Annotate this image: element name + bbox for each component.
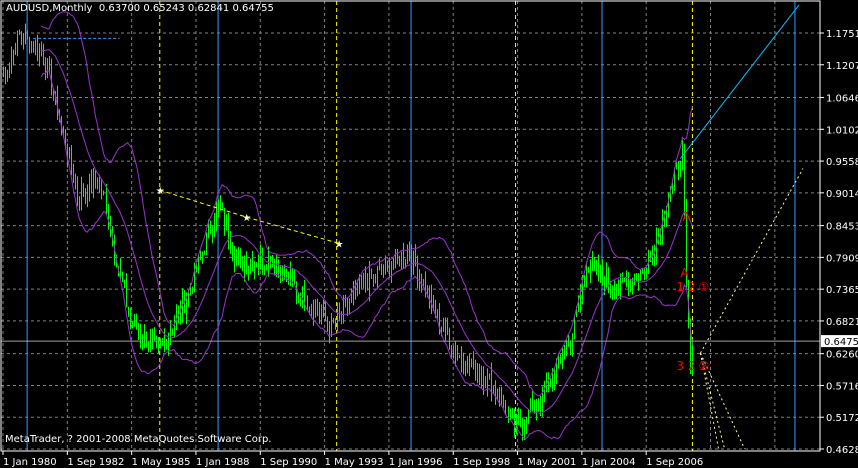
symbol-label: AUDUSD,Monthly: [6, 3, 93, 14]
x-tick-label: 1 Jan 2004: [582, 457, 636, 468]
y-tick-label: 1.01020: [826, 125, 858, 136]
chart-title: AUDUSD,Monthly 0.63700 0.65243 0.62841 0…: [6, 3, 274, 14]
cyan-trendline: [679, 4, 800, 159]
x-tick-label: 1 May 1985: [132, 457, 191, 468]
x-tick-label: 1 Sep 1998: [453, 457, 510, 468]
bollinger-lower-band: [40, 70, 693, 440]
price-chart[interactable]: 1.17510 1.12070 1.06460 1.01020 0.95580 0.901…: [0, 0, 858, 468]
y-tick-label: 0.79090: [826, 253, 858, 264]
y-tick-label: 1.17510: [826, 29, 858, 40]
y-tick-label: 1.06460: [826, 94, 858, 105]
ohlc-bars: [3, 23, 693, 441]
star-marker-icon: ★: [335, 239, 344, 250]
y-tick-label: 0.84530: [826, 222, 858, 233]
wave-annotation: A: [682, 210, 691, 225]
y-tick-label: 0.95580: [826, 157, 858, 168]
close-value: 0.64755: [232, 3, 274, 14]
bollinger-middle-band: [40, 49, 693, 414]
wave-annotation: ①: [698, 280, 710, 295]
open-value: 0.63700: [98, 3, 141, 14]
y-tick-label: 0.90140: [826, 189, 858, 200]
yellow-fan-line: [700, 168, 804, 354]
y-tick-label: 0.62600: [826, 350, 858, 361]
chart-window[interactable]: 1.17510 1.12070 1.06460 1.01020 0.95580 0.901…: [0, 0, 858, 468]
low-value: 0.62841: [187, 3, 230, 14]
y-tick-label: 0.51720: [826, 413, 858, 424]
wave-annotation: ②: [698, 358, 710, 373]
y-tick-label: 0.46280: [826, 445, 858, 456]
y-tick-label: 0.68210: [826, 317, 858, 328]
x-tick-label: 1 Jan 1980: [3, 457, 57, 468]
current-price-label: 0.64755: [824, 337, 858, 348]
wave-annotation: A: [680, 265, 689, 280]
x-tick-label: 1 Sep 2006: [646, 457, 703, 468]
y-tick-label: 1.12070: [826, 61, 858, 72]
x-tick-label: 1 Jan 1996: [389, 457, 443, 468]
x-tick-label: 1 Sep 1982: [67, 457, 124, 468]
y-tick-label: 0.73650: [826, 285, 858, 296]
y-tick-label: 0.57160: [826, 381, 858, 392]
x-tick-label: 1 Sep 1990: [260, 457, 317, 468]
star-marker-icon: ★: [156, 186, 165, 197]
star-marker-icon: ★: [242, 213, 251, 224]
x-tick-label: 1 May 2001: [518, 457, 577, 468]
x-tick-label: 1 May 1993: [325, 457, 384, 468]
wave-annotation: 1 2: [676, 280, 696, 295]
copyright-text: MetaTrader, ? 2001-2008 MetaQuotes Softw…: [5, 434, 272, 445]
high-value: 0.65243: [143, 3, 185, 14]
x-tick-label: 1 Jan 1988: [196, 457, 250, 468]
